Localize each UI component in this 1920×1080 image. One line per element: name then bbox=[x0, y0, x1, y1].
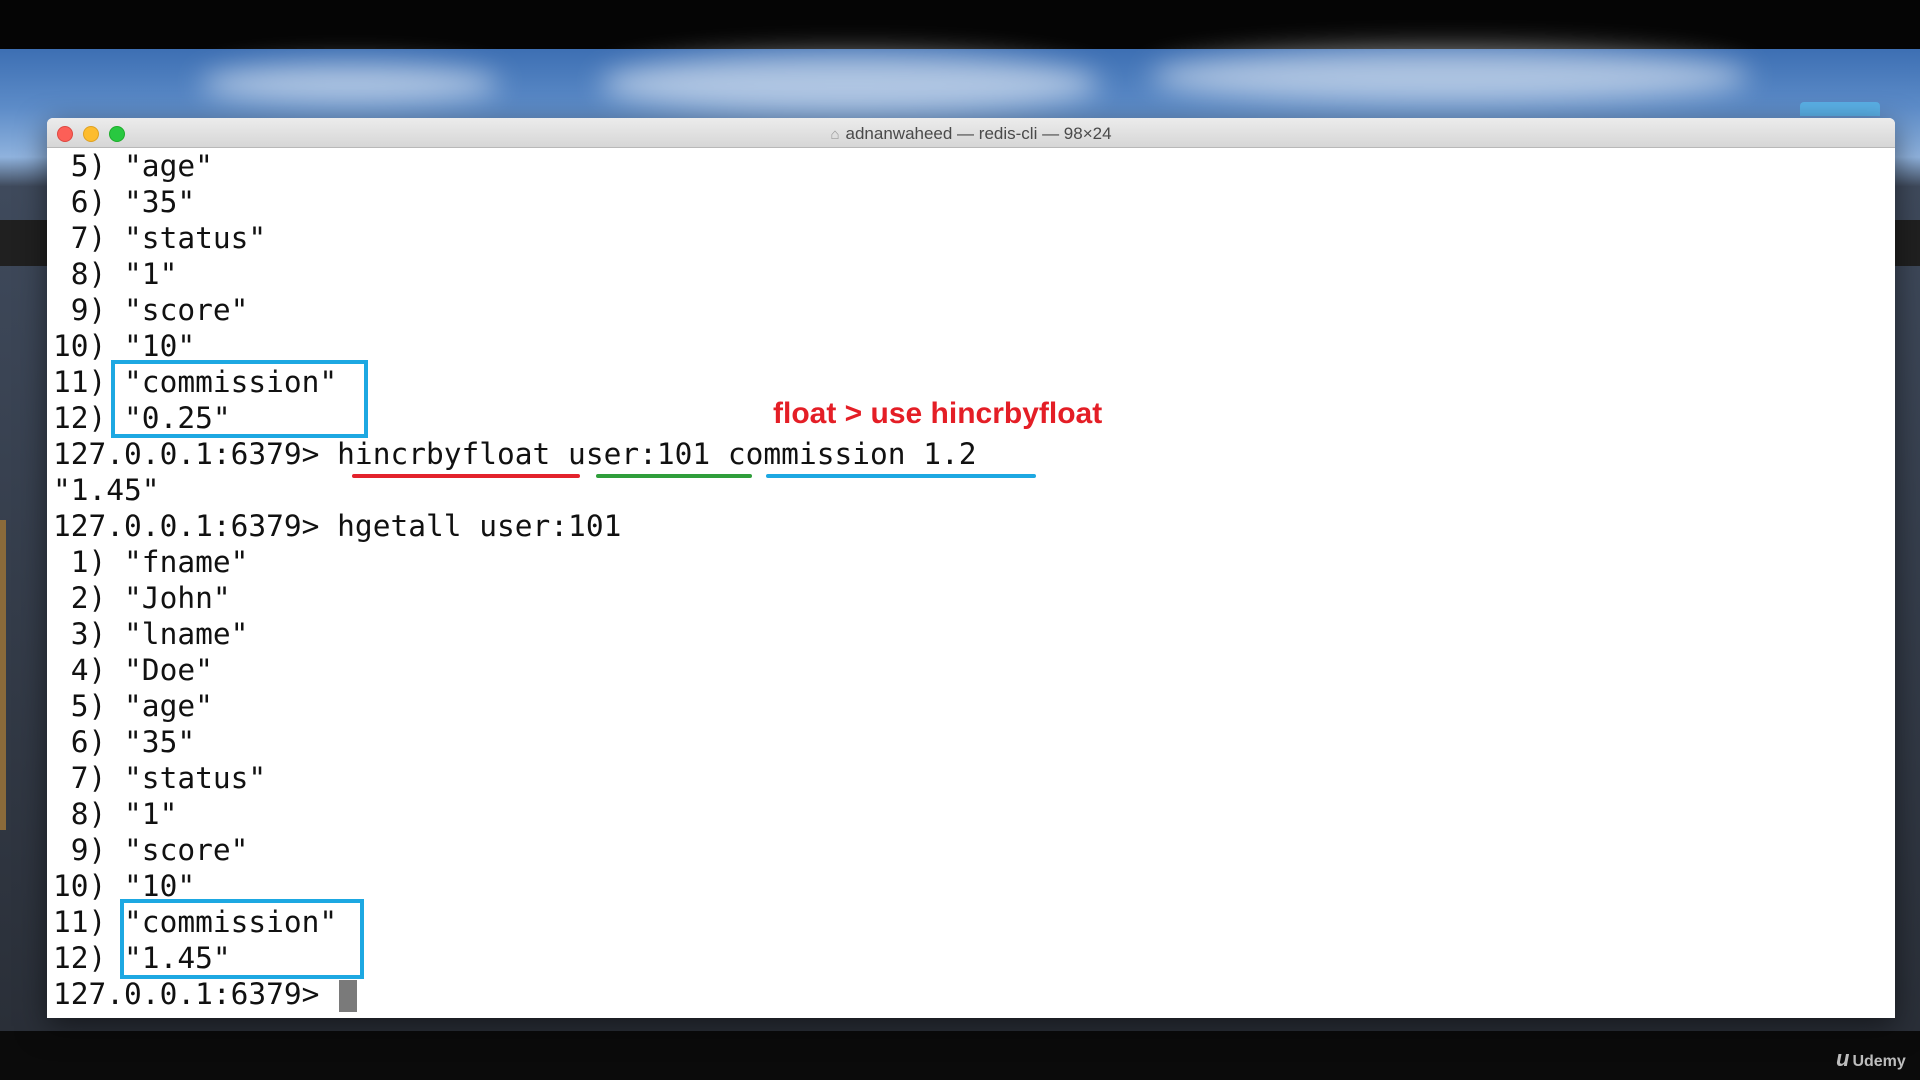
terminal-line: 2) "John" bbox=[53, 581, 231, 615]
terminal-line: 9) "score" bbox=[53, 293, 249, 327]
terminal-command-line: 127.0.0.1:6379> hgetall user:101 bbox=[53, 509, 622, 543]
terminal-line: 10) "10" bbox=[53, 329, 196, 363]
desktop-folder-icon bbox=[1800, 102, 1880, 116]
terminal-line: 5) "age" bbox=[53, 689, 213, 723]
terminal-line: 8) "1" bbox=[53, 797, 178, 831]
background-window-edge bbox=[1895, 220, 1920, 266]
terminal-line: "1.45" bbox=[53, 473, 160, 507]
title-bar[interactable]: ⌂ adnanwaheed — redis-cli — 98×24 bbox=[47, 118, 1895, 148]
terminal-line: 5) "age" bbox=[53, 149, 213, 183]
udemy-logo: u Udemy bbox=[1836, 1046, 1906, 1071]
home-icon: ⌂ bbox=[830, 126, 840, 143]
terminal-line: 7) "status" bbox=[53, 221, 267, 255]
text-cursor bbox=[339, 979, 358, 1012]
terminal-line: 3) "lname" bbox=[53, 617, 249, 651]
udemy-watermark-text: Udemy bbox=[1852, 1053, 1906, 1070]
background-window-edge bbox=[0, 220, 48, 266]
highlight-box-commission-after bbox=[120, 899, 364, 979]
video-bottom-letterbox bbox=[0, 1031, 1920, 1080]
terminal-line: 6) "35" bbox=[53, 185, 196, 219]
video-top-letterbox bbox=[0, 0, 1920, 49]
underline-key bbox=[596, 474, 752, 478]
terminal-line: 6) "35" bbox=[53, 725, 196, 759]
window-title: adnanwaheed — redis-cli — 98×24 bbox=[845, 124, 1112, 143]
window-title-container: ⌂ adnanwaheed — redis-cli — 98×24 bbox=[47, 124, 1895, 144]
terminal-line: 1) "fname" bbox=[53, 545, 249, 579]
terminal-command-line: 127.0.0.1:6379> hincrbyfloat user:101 co… bbox=[53, 437, 977, 471]
background-window-edge bbox=[0, 520, 6, 830]
terminal-output[interactable]: 5) "age" 6) "35" 7) "status" 8) "1" 9) "… bbox=[47, 148, 1895, 1018]
terminal-line: 4) "Doe" bbox=[53, 653, 213, 687]
underline-command bbox=[352, 474, 580, 478]
underline-field-increment bbox=[766, 474, 1036, 478]
terminal-line: 7) "status" bbox=[53, 761, 267, 795]
terminal-line: 9) "score" bbox=[53, 833, 249, 867]
terminal-prompt-line[interactable]: 127.0.0.1:6379> bbox=[53, 976, 358, 1012]
prompt-text: 127.0.0.1:6379> bbox=[53, 977, 338, 1011]
terminal-window[interactable]: ⌂ adnanwaheed — redis-cli — 98×24 5) "age… bbox=[47, 118, 1895, 1018]
annotation-note: float > use hincrbyfloat bbox=[773, 397, 1103, 430]
highlight-box-commission-before bbox=[111, 360, 368, 438]
terminal-line: 8) "1" bbox=[53, 257, 178, 291]
